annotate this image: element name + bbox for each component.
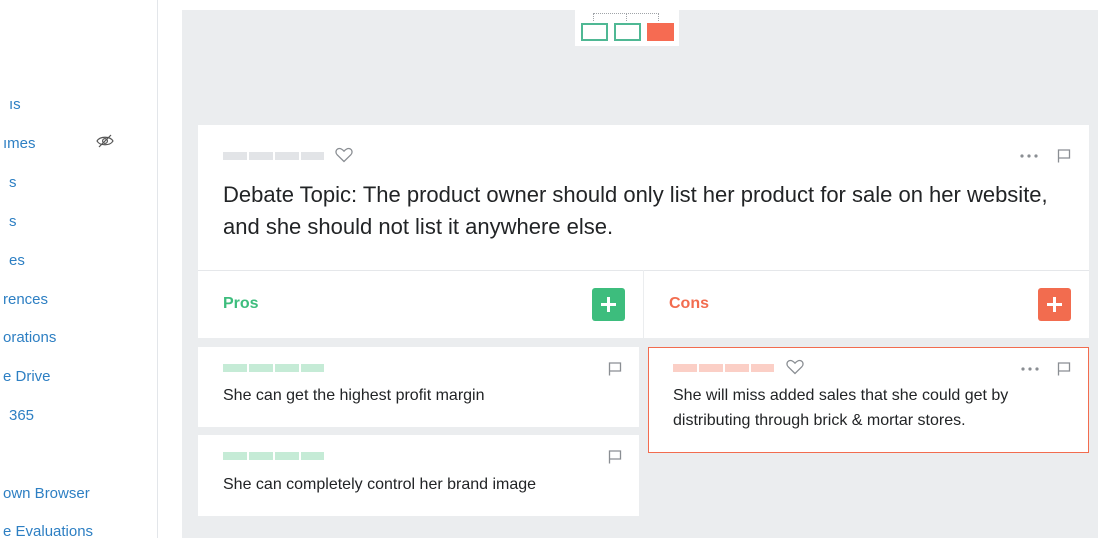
flag-icon[interactable] bbox=[1057, 362, 1071, 376]
heart-icon[interactable] bbox=[335, 147, 353, 163]
sidebar-item-label: e Evaluations bbox=[3, 523, 94, 538]
author-placeholder bbox=[223, 452, 324, 460]
sidebar-item[interactable]: s bbox=[0, 171, 150, 195]
sidebar-item-label: ıs bbox=[9, 96, 21, 113]
sidebar: ıs ımes s s es rences orations e Drive 3… bbox=[0, 0, 158, 538]
pro-argument-text: She can completely control her brand ima… bbox=[223, 476, 537, 493]
more-options-icon[interactable] bbox=[1021, 367, 1039, 371]
more-options-icon[interactable] bbox=[1020, 154, 1038, 158]
sidebar-item-label: es bbox=[9, 252, 25, 269]
add-con-button[interactable] bbox=[1038, 288, 1071, 321]
pros-column-header: Pros bbox=[198, 270, 643, 338]
sidebar-item[interactable]: own Browser bbox=[0, 482, 150, 506]
layout-option-2-button[interactable] bbox=[614, 23, 641, 41]
layout-option-1-button[interactable] bbox=[581, 23, 608, 41]
flag-icon[interactable] bbox=[608, 362, 622, 376]
debate-board: Debate Topic: The product owner should o… bbox=[182, 10, 1098, 538]
sidebar-item-label: e Drive bbox=[3, 368, 51, 385]
debate-topic-text: Debate Topic: The product owner should o… bbox=[223, 182, 1048, 239]
sidebar-item-label: orations bbox=[3, 329, 57, 346]
pros-title: Pros bbox=[223, 295, 259, 312]
sidebar-item-label: s bbox=[9, 213, 17, 230]
pro-argument-text: She can get the highest profit margin bbox=[223, 387, 485, 404]
sidebar-item[interactable]: s bbox=[0, 210, 150, 234]
add-pro-button[interactable] bbox=[592, 288, 625, 321]
sidebar-item[interactable]: ıs bbox=[0, 93, 150, 117]
content-gutter bbox=[159, 0, 182, 538]
eye-slash-icon[interactable] bbox=[96, 134, 114, 148]
topic-card: Debate Topic: The product owner should o… bbox=[198, 125, 1089, 270]
sidebar-item-label: ımes bbox=[3, 135, 36, 152]
sidebar-item[interactable]: ımes bbox=[0, 132, 150, 156]
layout-connector bbox=[593, 13, 659, 21]
heart-icon[interactable] bbox=[786, 359, 804, 375]
author-placeholder bbox=[673, 364, 774, 372]
author-placeholder bbox=[223, 364, 324, 372]
sidebar-item[interactable]: e Drive bbox=[0, 365, 150, 389]
sidebar-item-label: rences bbox=[3, 291, 49, 308]
author-placeholder bbox=[223, 152, 324, 160]
sidebar-item-label: own Browser bbox=[3, 485, 90, 502]
sidebar-item-label: s bbox=[9, 174, 17, 191]
sidebar-item[interactable]: 365 bbox=[0, 404, 150, 428]
sidebar-item[interactable]: e Evaluations bbox=[0, 520, 150, 538]
sidebar-item[interactable]: orations bbox=[0, 326, 150, 350]
con-argument-card[interactable]: She will miss added sales that she could… bbox=[648, 347, 1089, 453]
flag-icon[interactable] bbox=[1057, 149, 1071, 163]
layout-switcher bbox=[575, 10, 679, 46]
con-argument-text: She will miss added sales that she could… bbox=[673, 387, 1009, 429]
pro-argument-card[interactable]: She can get the highest profit margin bbox=[198, 347, 639, 427]
flag-icon[interactable] bbox=[608, 450, 622, 464]
sidebar-item-label: 365 bbox=[9, 407, 35, 424]
cons-title: Cons bbox=[669, 295, 709, 312]
layout-option-3-button[interactable] bbox=[647, 23, 674, 41]
pro-argument-card[interactable]: She can completely control her brand ima… bbox=[198, 435, 639, 516]
sidebar-item[interactable]: es bbox=[0, 249, 150, 273]
sidebar-item[interactable]: rences bbox=[0, 288, 150, 312]
cons-column-header: Cons bbox=[644, 270, 1089, 338]
